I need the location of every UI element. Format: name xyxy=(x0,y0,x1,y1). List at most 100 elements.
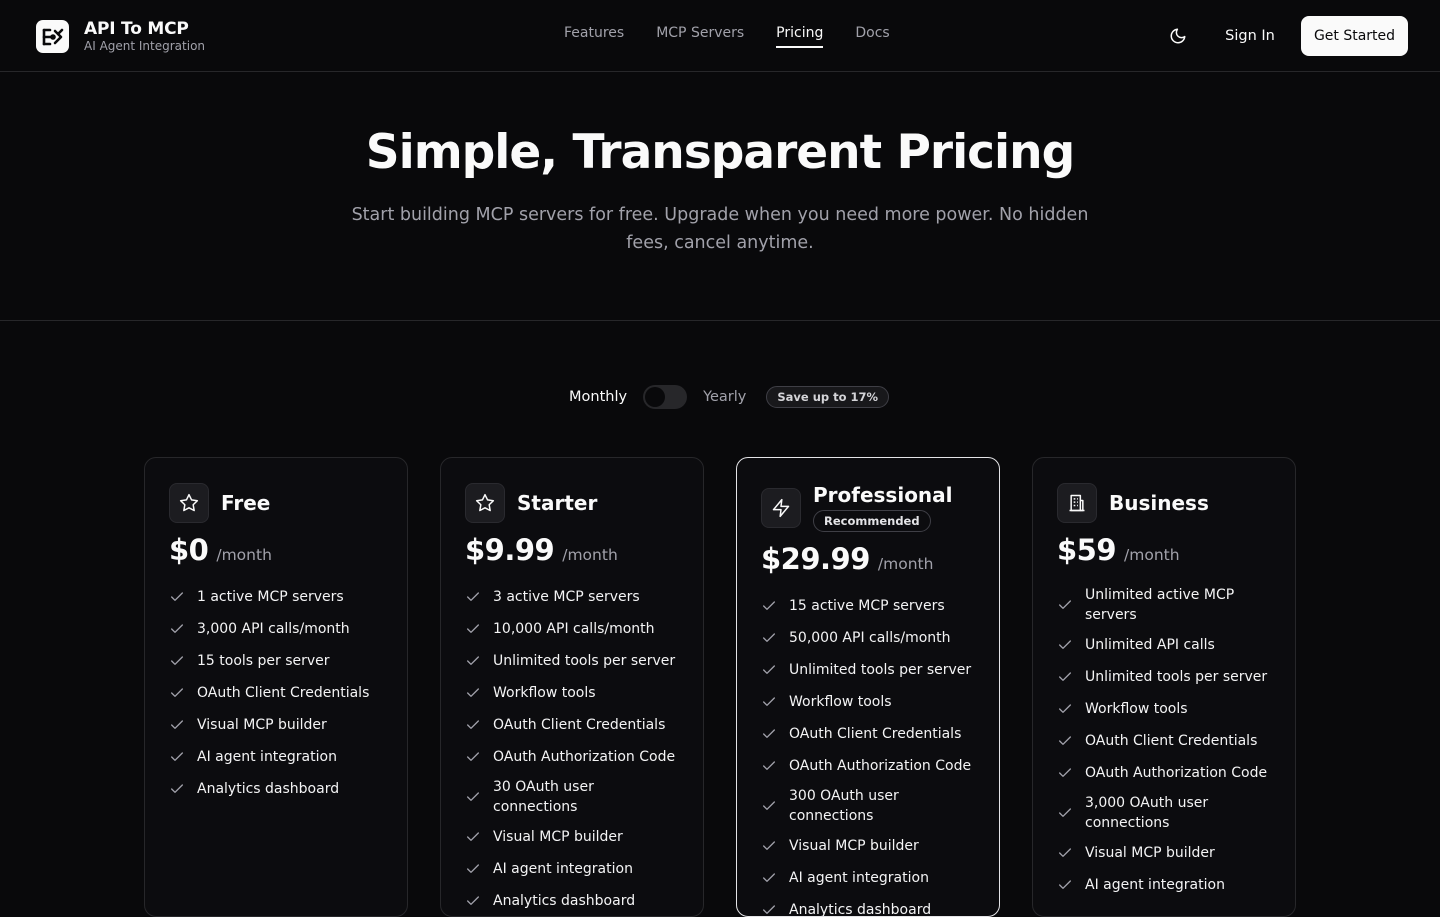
feature-item: AI agent integration xyxy=(1057,869,1271,901)
check-icon xyxy=(467,592,479,601)
feature-text: OAuth Client Credentials xyxy=(493,717,666,733)
plan-period: /month xyxy=(216,546,272,564)
feature-item: Visual MCP builder xyxy=(761,830,975,862)
feature-text: 10,000 API calls/month xyxy=(493,621,655,637)
feature-text: Analytics dashboard xyxy=(789,902,932,917)
feature-text: 3,000 OAuth user connections xyxy=(1085,795,1209,831)
check-icon xyxy=(763,665,775,674)
feature-text: 3 active MCP servers xyxy=(493,589,640,605)
check-icon xyxy=(467,752,479,761)
plan-price: $29.99 xyxy=(761,542,870,576)
get-started-button[interactable]: Get Started xyxy=(1301,16,1408,56)
feature-item: OAuth Client Credentials xyxy=(1057,725,1271,757)
feature-text: Visual MCP builder xyxy=(197,717,327,733)
feature-item: AI agent integration xyxy=(169,741,383,773)
feature-item: Visual MCP builder xyxy=(1057,837,1271,869)
nav-mcp-servers[interactable]: MCP Servers xyxy=(656,0,744,72)
check-icon xyxy=(171,688,183,697)
brand[interactable]: API To MCP AI Agent Integration xyxy=(36,19,205,54)
plan-card-free: Free $0 /month 1 active MCP servers 3,000… xyxy=(144,457,408,917)
check-icon xyxy=(171,752,183,761)
toggle-knob xyxy=(645,387,666,407)
plan-price: $9.99 xyxy=(465,533,555,567)
building-icon xyxy=(1057,483,1097,523)
feature-item: OAuth Authorization Code xyxy=(1057,757,1271,789)
feature-item: Workflow tools xyxy=(761,686,975,718)
hero-section: Simple, Transparent Pricing Start buildi… xyxy=(0,73,1440,321)
feature-item: Visual MCP builder xyxy=(169,709,383,741)
feature-list: 15 active MCP servers 50,000 API calls/mo… xyxy=(761,590,975,917)
sign-in-button[interactable]: Sign In xyxy=(1212,16,1288,56)
check-icon xyxy=(1059,600,1071,609)
plan-name: Free xyxy=(221,491,271,515)
feature-item: 15 tools per server xyxy=(169,645,383,677)
check-icon xyxy=(467,624,479,633)
check-icon xyxy=(763,761,775,770)
yearly-label[interactable]: Yearly xyxy=(703,389,746,405)
feature-text: Workflow tools xyxy=(789,694,892,710)
feature-text: OAuth Client Credentials xyxy=(197,685,370,701)
feature-text: 15 tools per server xyxy=(197,653,330,669)
feature-item: Workflow tools xyxy=(465,677,679,709)
feature-item: Unlimited active MCP servers xyxy=(1057,581,1271,629)
brand-title: API To MCP xyxy=(84,19,189,39)
nav-pricing[interactable]: Pricing xyxy=(776,0,824,72)
billing-toggle-row: Monthly Yearly Save up to 17% xyxy=(569,384,890,410)
feature-item: Analytics dashboard xyxy=(465,885,679,916)
feature-text: Unlimited tools per server xyxy=(493,653,676,669)
page-title: Simple, Transparent Pricing xyxy=(365,125,1076,180)
plan-period: /month xyxy=(562,546,618,564)
check-icon xyxy=(1059,768,1071,777)
feature-text: 15 active MCP servers xyxy=(789,598,945,614)
feature-item: Unlimited tools per server xyxy=(1057,661,1271,693)
feature-text: OAuth Authorization Code xyxy=(789,758,972,774)
feature-item: 50,000 API calls/month xyxy=(761,622,975,654)
nav-features[interactable]: Features xyxy=(564,0,624,72)
feature-text: Analytics dashboard xyxy=(197,781,340,797)
feature-text: AI agent integration xyxy=(493,861,633,877)
feature-text: Analytics dashboard xyxy=(493,893,636,909)
check-icon xyxy=(763,801,775,810)
plan-name: Business xyxy=(1109,491,1209,515)
check-icon xyxy=(467,656,479,665)
star-icon xyxy=(465,483,505,523)
billing-period-toggle[interactable] xyxy=(643,385,688,409)
pricing-plans: Free $0 /month 1 active MCP servers 3,000… xyxy=(144,457,1296,917)
feature-list: Unlimited active MCP servers Unlimited AP… xyxy=(1057,581,1271,901)
feature-list: 3 active MCP servers 10,000 API calls/mon… xyxy=(465,581,679,916)
monthly-label[interactable]: Monthly xyxy=(569,389,627,405)
nav-docs[interactable]: Docs xyxy=(855,0,889,72)
check-icon xyxy=(763,873,775,882)
feature-text: AI agent integration xyxy=(1085,877,1225,893)
check-icon xyxy=(467,864,479,873)
page-subtitle: Start building MCP servers for free. Upg… xyxy=(351,205,1089,253)
feature-item: AI agent integration xyxy=(465,853,679,885)
feature-text: AI agent integration xyxy=(789,870,929,886)
feature-item: Unlimited API calls xyxy=(1057,629,1271,661)
lightning-icon xyxy=(761,487,801,528)
theme-toggle-button[interactable] xyxy=(1162,20,1194,52)
feature-text: Unlimited tools per server xyxy=(1085,669,1268,685)
plan-price: $0 xyxy=(169,533,209,567)
check-icon xyxy=(467,832,479,841)
feature-item: OAuth Authorization Code xyxy=(465,741,679,773)
save-badge: Save up to 17% xyxy=(766,386,890,408)
feature-item: 3 active MCP servers xyxy=(465,581,679,613)
feature-text: Visual MCP builder xyxy=(1085,845,1215,861)
feature-text: 300 OAuth user connections xyxy=(789,788,899,824)
feature-item: Workflow tools xyxy=(1057,693,1271,725)
feature-text: Unlimited API calls xyxy=(1085,637,1215,653)
recommended-badge: Recommended xyxy=(813,510,931,532)
feature-text: 1 active MCP servers xyxy=(197,589,344,605)
check-icon xyxy=(763,729,775,738)
feature-text: Workflow tools xyxy=(1085,701,1188,717)
check-icon xyxy=(763,633,775,642)
check-icon xyxy=(467,720,479,729)
check-icon xyxy=(467,792,479,801)
feature-item: OAuth Authorization Code xyxy=(761,750,975,782)
check-icon xyxy=(763,601,775,610)
plan-price: $59 xyxy=(1057,533,1117,567)
feature-item: 3,000 API calls/month xyxy=(169,613,383,645)
check-icon xyxy=(171,784,183,793)
feature-text: OAuth Client Credentials xyxy=(789,726,962,742)
